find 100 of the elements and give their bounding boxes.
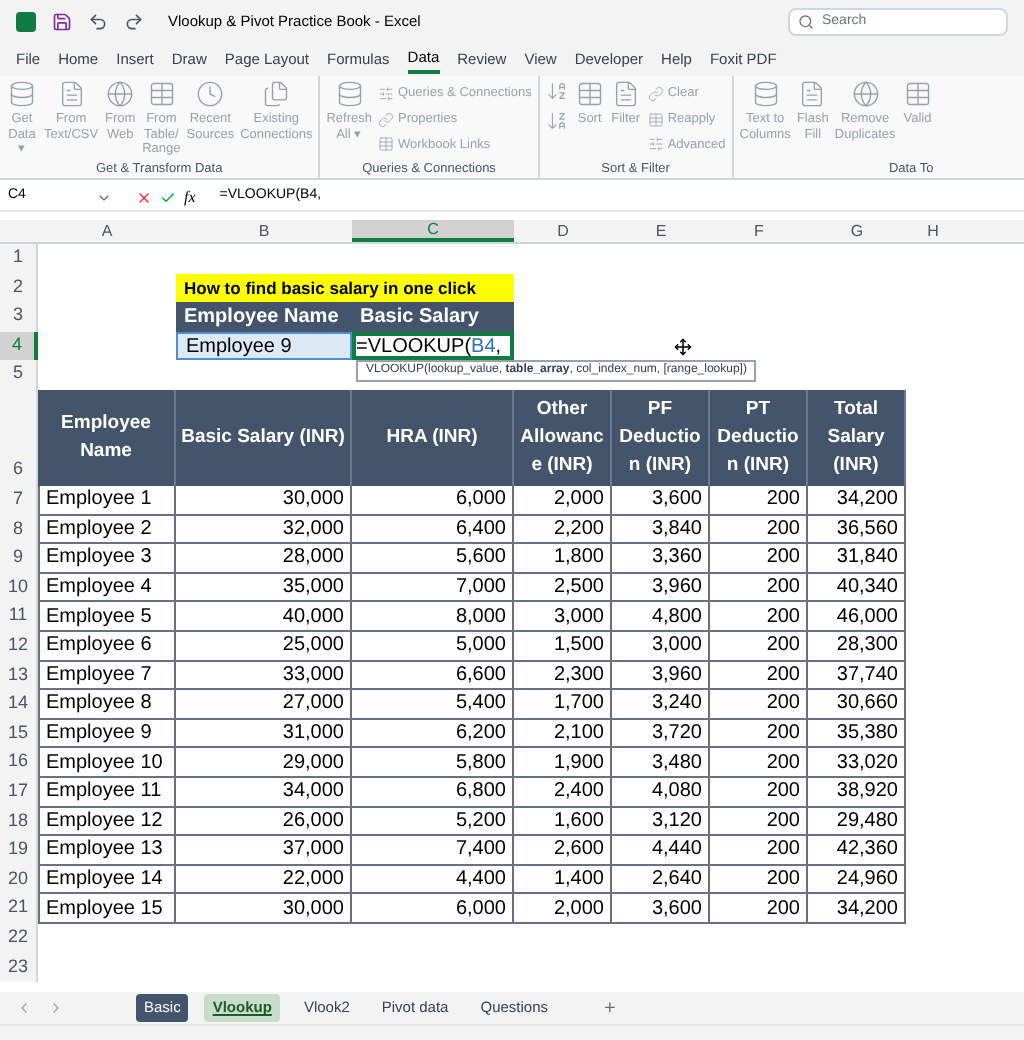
row-header[interactable]: 17 [0,777,38,807]
table-cell: 200 [710,485,808,516]
ribbon-icon [611,80,640,108]
row-header[interactable]: 5 [0,360,38,390]
row-header[interactable]: 13 [0,661,38,691]
table-cell: 3,480 [612,748,710,778]
table-cell: 1,800 [514,544,612,574]
row-header[interactable]: 21 [0,894,38,924]
ribbon-icon [903,80,932,108]
row-header[interactable]: 1 [0,244,38,274]
table-cell: 35,380 [808,719,906,749]
undo-icon[interactable] [88,12,108,32]
column-header[interactable]: G [808,220,906,242]
table-cell: 3,720 [612,719,710,749]
ribbon-icon [196,80,225,108]
table-cell: 1,400 [514,865,612,895]
table-cell: 200 [710,515,808,545]
row-header[interactable]: 20 [0,865,38,895]
save-icon[interactable] [52,12,72,32]
table-cell: 7,400 [352,836,514,866]
table-cell: Employee 1 [38,485,176,516]
formula-cell[interactable]: =VLOOKUP(B4, [352,331,514,361]
cancel-icon[interactable] [136,189,152,205]
sort-descending-icon[interactable] [545,110,568,132]
ribbon-icon [147,80,176,108]
row-header[interactable]: 8 [0,515,38,545]
cursor-icon [674,337,692,356]
table-cell: 1,500 [514,631,612,662]
table-cell: 3,000 [612,631,710,662]
table-cell: 6,000 [352,485,514,516]
row-header[interactable]: 19 [0,836,38,866]
table-cell: 200 [710,836,808,866]
table-cell: 2,000 [514,485,612,516]
header-cell: Employee Name [38,389,176,486]
table-cell: 3,840 [612,515,710,545]
table-cell: 24,960 [808,865,906,895]
table-cell: 40,340 [808,573,906,603]
table-cell: 7,000 [352,573,514,603]
table-cell: 30,660 [808,690,906,720]
row-header[interactable]: 4 [0,331,38,361]
row-header[interactable]: 11 [0,602,38,632]
column-header[interactable]: C [352,220,514,242]
ribbon-icon [377,111,394,128]
column-header[interactable]: E [612,220,710,242]
column-header[interactable]: F [710,220,808,242]
scroll-right-icon[interactable] [48,1000,64,1016]
column-header[interactable]: A [38,220,176,242]
table-cell: 3,240 [612,690,710,720]
table-cell: 32,000 [176,515,352,545]
row-header[interactable]: 2 [0,273,38,303]
table-cell: 30,000 [176,485,352,516]
ribbon-icon [377,136,394,153]
row-header[interactable]: 18 [0,807,38,837]
table-cell: 200 [710,719,808,749]
table-cell: 46,000 [808,602,906,632]
row-header[interactable]: 3 [0,302,38,332]
header-cell: Basic Salary (INR) [176,389,352,486]
sort-ascending-icon[interactable] [545,80,568,102]
table-cell: 38,920 [808,777,906,807]
table-cell: 8,000 [352,602,514,632]
table-cell: 3,360 [612,544,710,574]
redo-icon[interactable] [124,12,144,32]
table-cell: 4,440 [612,836,710,866]
table-cell: 6,200 [352,719,514,749]
table-cell: 5,000 [352,631,514,662]
table-cell: 3,000 [514,602,612,632]
ribbon-icon [377,85,394,102]
row-header[interactable]: 23 [0,952,38,983]
title-cell: How to find basic salary in one click [176,273,514,303]
row-header[interactable]: 14 [0,690,38,720]
table-cell: 2,300 [514,661,612,691]
row-header[interactable]: 6 [0,389,38,486]
function-icon[interactable]: fx [184,185,196,209]
ribbon-icon [647,111,664,128]
column-header[interactable]: D [514,220,612,242]
table-cell: 200 [710,631,808,662]
row-header[interactable]: 15 [0,719,38,749]
table-cell: 5,400 [352,690,514,720]
add-sheet-button[interactable]: + [604,993,616,1023]
ribbon-icon [851,80,880,108]
row-header[interactable]: 10 [0,573,38,603]
row-header[interactable]: 9 [0,544,38,574]
table-cell: Employee 4 [38,573,176,603]
table-cell: 33,020 [808,748,906,778]
row-header[interactable]: 16 [0,748,38,778]
column-header[interactable]: B [176,220,352,242]
table-cell: 3,960 [612,573,710,603]
row-header[interactable]: 12 [0,631,38,662]
table-cell: 2,500 [514,573,612,603]
table-cell: 5,200 [352,807,514,837]
row-header[interactable]: 7 [0,485,38,516]
table-cell: 1,700 [514,690,612,720]
header-cell: HRA (INR) [352,389,514,486]
enter-icon[interactable] [160,189,176,205]
table-cell: 2,200 [514,515,612,545]
column-header[interactable]: H [906,220,960,242]
table-cell: Employee 14 [38,865,176,895]
row-header[interactable]: 22 [0,923,38,953]
scroll-left-icon[interactable] [16,1000,32,1016]
ribbon-icon [575,80,604,108]
